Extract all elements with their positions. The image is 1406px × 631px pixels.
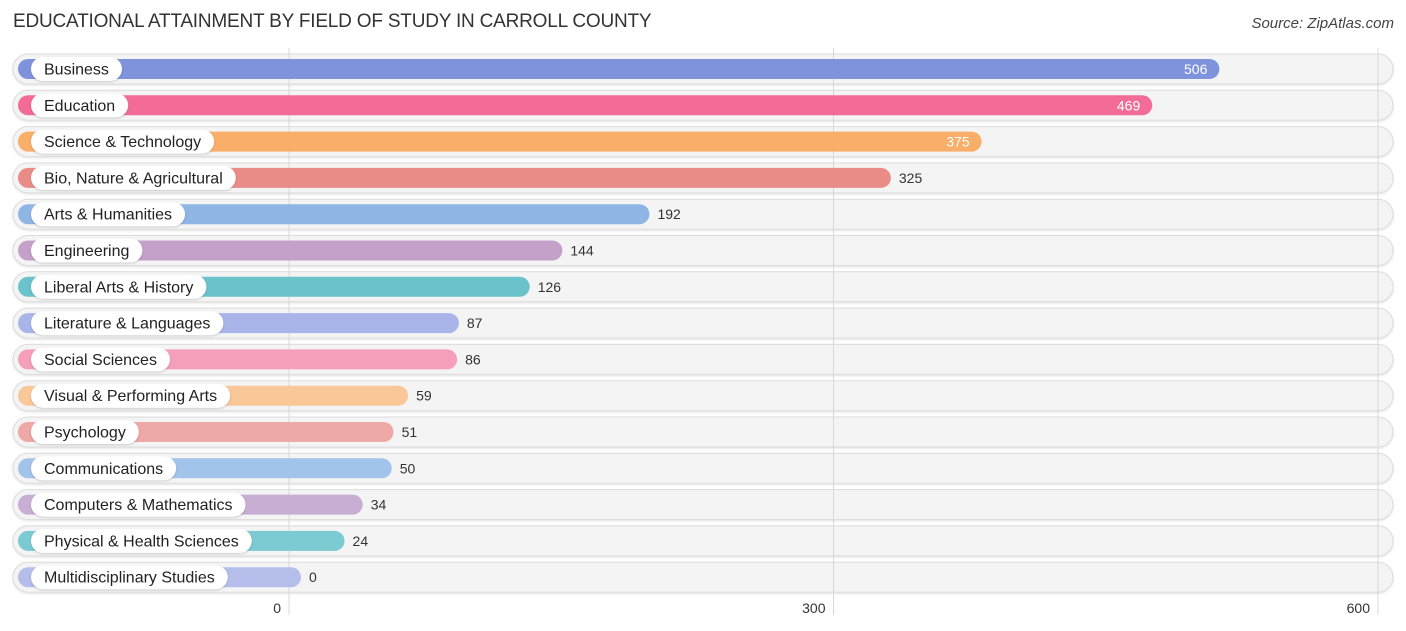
bar-category-label: Education [44,98,115,115]
bar-group: Engineering 144 [18,238,594,263]
bar-category-label: Business [44,62,109,79]
bar-group: Liberal Arts & History 126 [18,274,562,299]
bar-group: Psychology 51 [18,420,417,444]
bar-category-label: Visual & Performing Arts [44,388,217,405]
bar-category-label: Computers & Mathematics [44,497,233,514]
bar-group: Multidisciplinary Studies 0 [18,565,317,590]
bar[interactable] [18,59,1220,79]
bar-value-label: 144 [570,243,594,259]
bar-category-label: Psychology [44,425,126,442]
bar-group: Literature & Languages 87 [18,311,483,336]
x-tick-label: 0 [273,600,281,616]
bar-group: Arts & Humanities 192 [18,202,681,227]
bar-category-label: Arts & Humanities [44,207,172,224]
bar-group: Computers & Mathematics 34 [18,492,387,517]
bar-group: Social Sciences 86 [18,347,481,372]
bar-value-label: 59 [416,388,432,404]
bar-category-label: Engineering [44,243,129,260]
bar-value-label: 325 [899,170,923,186]
bar-value-label: 86 [465,351,481,367]
x-tick-label: 600 [1347,600,1371,616]
bar-value-label: 192 [657,206,681,222]
bar-category-label: Literature & Languages [44,316,210,333]
bar-category-label: Physical & Health Sciences [44,533,239,550]
bar-group: Education 469 [18,93,1153,118]
bar-group: Communications 50 [18,456,416,481]
bar-value-label: 87 [467,315,483,331]
bar-group: Bio, Nature & Agricultural 325 [18,165,923,190]
bar-value-label: 51 [402,424,418,440]
bar-value-label: 34 [371,497,387,513]
bar-category-label: Bio, Nature & Agricultural [44,170,223,187]
bar-category-label: Liberal Arts & History [44,279,193,296]
bar-category-label: Social Sciences [44,352,157,369]
bar-value-label: 24 [353,533,369,549]
bar[interactable] [18,95,1153,116]
bar-value-label: 0 [309,569,317,585]
bar-value-label: 469 [1117,97,1141,113]
bar-value-label: 375 [946,134,970,150]
bar-group: Physical & Health Sciences 24 [18,528,369,553]
bar-group: Business 506 [18,57,1220,81]
bar-value-label: 50 [400,460,416,476]
bar-category-label: Science & Technology [44,134,201,151]
bar-value-label: 506 [1184,61,1208,77]
x-tick-label: 300 [802,600,826,616]
bar-group: Visual & Performing Arts 59 [18,383,432,408]
bar-group: Science & Technology 375 [18,129,982,154]
bar-chart: Business 506 Education 469 Science & Technol… [12,48,1394,616]
bar-category-label: Communications [44,461,163,478]
bar-category-label: Multidisciplinary Studies [44,570,215,587]
bar-value-label: 126 [538,279,562,295]
